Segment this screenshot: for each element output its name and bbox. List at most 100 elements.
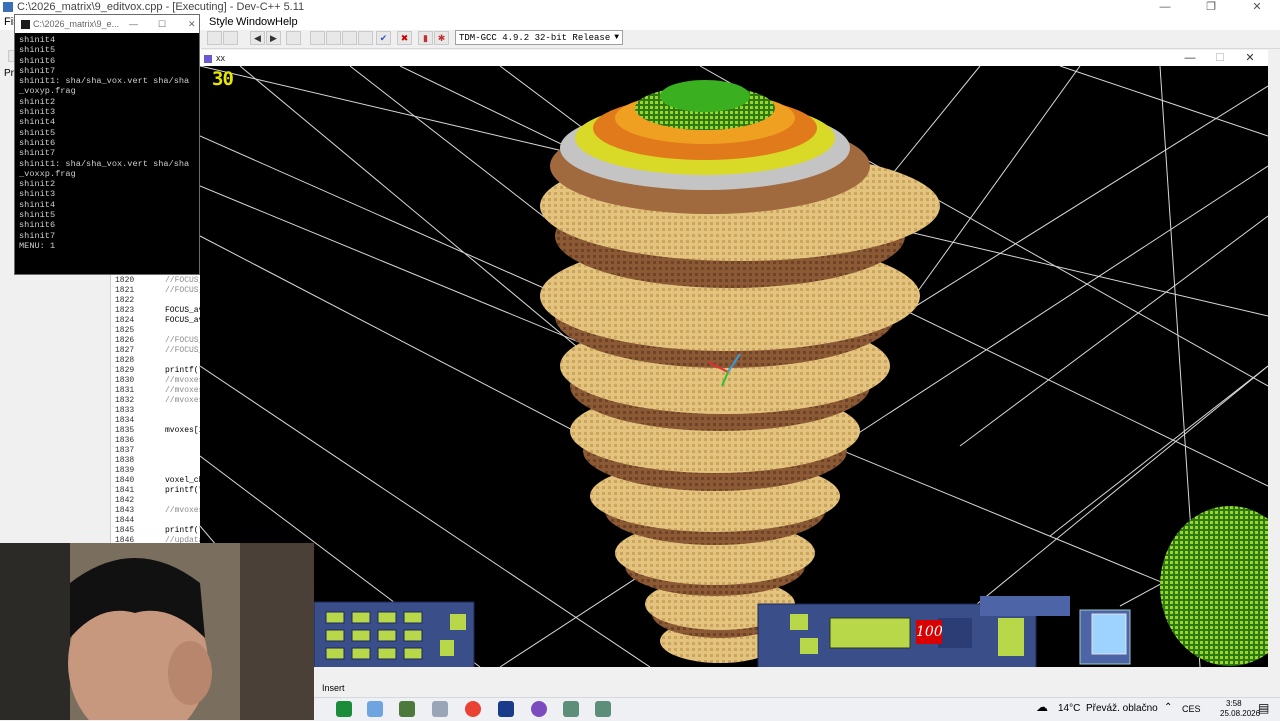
chart-icon[interactable]: ▮ [418,31,433,45]
line-number: 1836 [115,436,135,445]
insert-mode-label: Insert [322,683,345,693]
hud-button [325,647,345,660]
weather-desc[interactable]: Převáž. oblačno [1086,698,1158,720]
devcpp-app-icon [3,2,13,12]
layout-icon[interactable] [358,31,373,45]
hud-button [403,629,423,642]
chevron-down-icon: ▼ [614,33,619,42]
save-icon[interactable] [207,31,222,45]
bookmark-icon[interactable] [286,31,301,45]
weather-temp[interactable]: 14°C [1058,698,1080,720]
console-line: shinit5 [19,210,56,221]
console-window[interactable]: C:\2026_matrix\9_e... — ☐ ✕ shinit4 shini… [14,14,200,275]
console-line: shinit3 [19,107,56,118]
weather-icon[interactable]: ☁ [1036,700,1048,714]
console-titlebar: C:\2026_matrix\9_e... — ☐ ✕ [15,15,199,33]
line-number: 1841 [115,486,135,495]
code-line: FOCUS_av [165,306,201,315]
hud-button [351,611,371,624]
console-icon [21,20,30,30]
window-icon[interactable] [326,31,341,45]
app-icon-7[interactable] [531,701,547,717]
hud-button [377,647,397,660]
app-icon-1[interactable] [336,701,352,717]
back-icon[interactable]: ◀ [250,31,265,45]
check-icon[interactable]: ✔ [376,31,391,45]
foliage-voxels [1160,506,1268,666]
console-line: shinit6 [19,55,56,66]
compiler-select[interactable]: TDM-GCC 4.9.2 32-bit Release ▼ [455,30,623,45]
menu-help[interactable]: Help [275,14,298,30]
forward-icon[interactable]: ▶ [266,31,281,45]
voxel-spiral [540,80,940,663]
console-minimize-icon[interactable]: — [129,15,138,33]
console-maximize-icon[interactable]: ☐ [158,15,166,33]
fps-counter: 30 [212,68,234,90]
app-icon-3[interactable] [399,701,415,717]
ide-window-title: C:\2026_matrix\9_editvox.cpp - [Executin… [17,1,305,13]
gl-maximize-icon[interactable]: ☐ [1205,50,1235,66]
code-line: voxel_ch [165,476,201,485]
line-number: 1845 [115,526,135,535]
code-line: mvoxes[i [165,426,201,435]
hud-button [377,611,397,624]
menu-style[interactable]: Style [209,14,233,30]
line-number: 1833 [115,406,135,415]
console-close-icon[interactable]: ✕ [188,15,196,33]
chevron-up-icon[interactable]: ⌃ [1164,702,1172,713]
line-number: 1838 [115,456,135,465]
line-number: 1835 [115,426,135,435]
notification-icon[interactable]: ▤ [1258,701,1269,715]
console-line: shinit4 [19,117,56,128]
stop-icon[interactable]: ✖ [397,31,412,45]
code-line: FOCUS_av [165,316,201,325]
console-line: shinit7 [19,148,56,159]
line-number: 1822 [115,296,135,305]
hud-button [325,629,345,642]
app-icon-8[interactable] [563,701,579,717]
gl-close-icon[interactable]: ✕ [1235,50,1265,66]
code-line: //mvoxes [165,376,201,385]
code-line: printf(" [165,526,201,535]
close-icon[interactable]: ✕ [1234,0,1280,14]
language-indicator[interactable]: CES [1182,698,1201,720]
code-line: //mvoxes [165,396,201,405]
gl-window-title: xx [216,53,225,63]
gl-minimize-icon[interactable]: — [1175,50,1205,66]
restore-icon[interactable]: ❐ [1188,0,1234,14]
line-number: 1824 [115,316,135,325]
console-line: shinit7 [19,230,56,241]
chrome-icon[interactable] [465,701,481,717]
code-line: //FOCUS_ [165,286,201,295]
ide-titlebar: C:\2026_matrix\9_editvox.cpp - [Executin… [0,0,1280,14]
console-line: shinit5 [19,127,56,138]
print-icon[interactable] [223,31,238,45]
status-bar: Insert [314,679,1280,697]
hud-button [351,629,371,642]
code-line: //FOCUS_ [165,336,201,345]
console-line: shinit4 [19,199,56,210]
debug-icon[interactable]: ✱ [434,31,449,45]
gl-app-icon [204,54,212,63]
hud-button [325,611,345,624]
tile-icon[interactable] [342,31,357,45]
hud-button [351,647,371,660]
line-number: 1843 [115,506,135,515]
console-line: shinit2 [19,179,56,190]
line-number: 1829 [115,366,135,375]
menu-window[interactable]: Window [236,14,275,30]
voxel-viewport[interactable]: 30 100 [200,66,1268,667]
grid-icon[interactable] [310,31,325,45]
minimize-icon[interactable]: — [1142,0,1188,14]
app-icon-9[interactable] [595,701,611,717]
gl-window[interactable]: xx — ☐ ✕ 30 100 [200,50,1268,667]
app-icon-2[interactable] [367,701,383,717]
clock-date[interactable]: 25.08.2026 [1220,708,1260,719]
console-line: shinit5 [19,45,56,56]
app-icon-4[interactable] [432,701,448,717]
gl-titlebar: xx [200,50,1268,66]
app-icon-6[interactable] [498,701,514,717]
code-line: //FOCUS_ [165,346,201,355]
line-number: 1840 [115,476,135,485]
compiler-select-value: TDM-GCC 4.9.2 32-bit Release [459,33,611,43]
